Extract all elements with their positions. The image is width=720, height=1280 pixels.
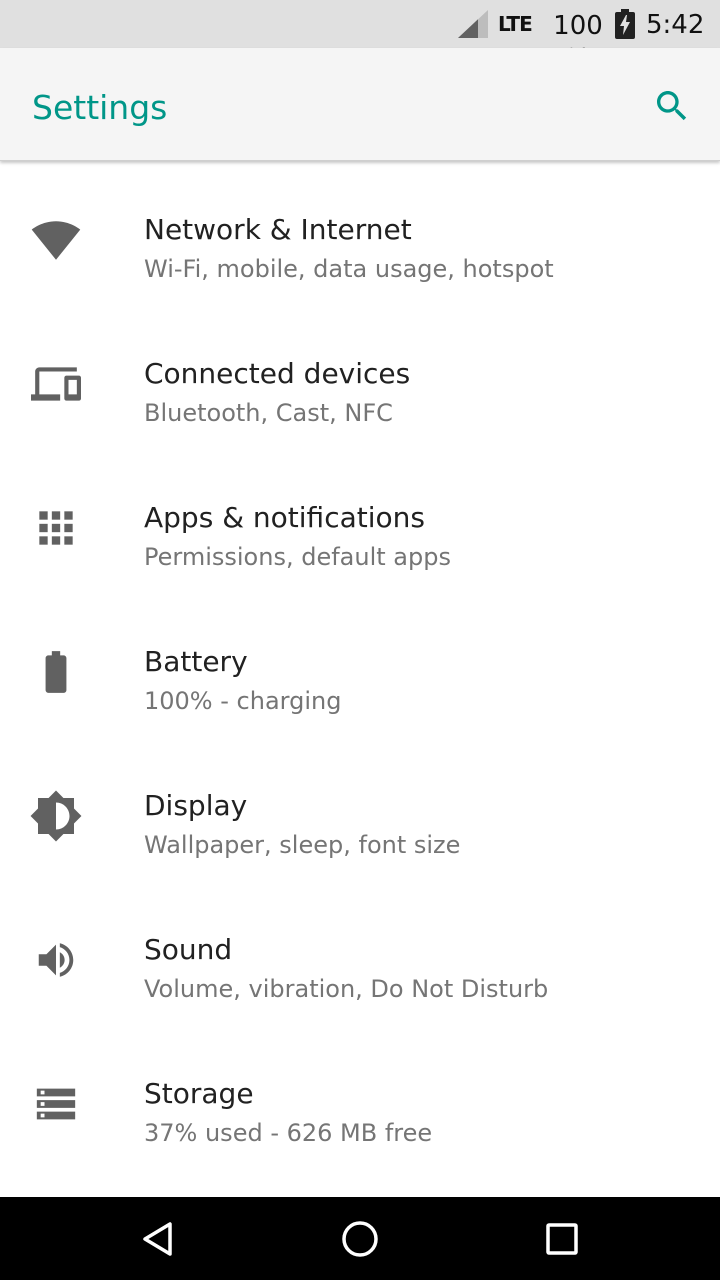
storage-icon bbox=[28, 1076, 84, 1132]
network-type: LTE bbox=[498, 12, 533, 36]
settings-item-storage[interactable]: Storage 37% used - 626 MB free bbox=[0, 1026, 720, 1170]
signal-icon bbox=[458, 10, 488, 38]
battery-icon bbox=[28, 644, 84, 700]
item-title: Network & Internet bbox=[144, 213, 412, 246]
item-title: Sound bbox=[144, 933, 233, 966]
item-title: Battery bbox=[144, 645, 248, 678]
item-title: Connected devices bbox=[144, 357, 411, 390]
item-title: Storage bbox=[144, 1077, 254, 1110]
home-icon bbox=[342, 1221, 378, 1257]
item-subtitle: Wi-Fi, mobile, data usage, hotspot bbox=[144, 255, 554, 283]
item-subtitle: 37% used - 626 MB free bbox=[144, 1119, 433, 1147]
navigation-bar bbox=[0, 1197, 720, 1280]
recents-button[interactable] bbox=[538, 1215, 586, 1263]
battery-charging-icon bbox=[615, 9, 635, 39]
volume-icon bbox=[28, 932, 84, 988]
status-bar: LTE 100 % 5:42 bbox=[0, 0, 720, 74]
item-subtitle: 100% - charging bbox=[144, 687, 342, 715]
settings-list: Network & Internet Wi-Fi, mobile, data u… bbox=[0, 162, 720, 1170]
devices-icon bbox=[28, 356, 84, 412]
item-subtitle: Volume, vibration, Do Not Disturb bbox=[144, 975, 549, 1003]
clock: 5:42 bbox=[646, 10, 705, 40]
settings-item-display[interactable]: Display Wallpaper, sleep, font size bbox=[0, 738, 720, 882]
back-icon bbox=[143, 1222, 172, 1256]
page-title: Settings bbox=[32, 88, 168, 127]
item-title: Apps & notifications bbox=[144, 501, 425, 534]
home-button[interactable] bbox=[336, 1215, 384, 1263]
search-icon bbox=[657, 91, 687, 121]
apps-grid-icon bbox=[28, 500, 84, 556]
brightness-icon bbox=[28, 788, 84, 844]
recents-icon bbox=[546, 1223, 578, 1255]
settings-item-connected-devices[interactable]: Connected devices Bluetooth, Cast, NFC bbox=[0, 306, 720, 450]
back-button[interactable] bbox=[134, 1215, 182, 1263]
settings-item-network[interactable]: Network & Internet Wi-Fi, mobile, data u… bbox=[0, 162, 720, 306]
item-subtitle: Bluetooth, Cast, NFC bbox=[144, 399, 393, 427]
settings-item-sound[interactable]: Sound Volume, vibration, Do Not Disturb bbox=[0, 882, 720, 1026]
item-subtitle: Permissions, default apps bbox=[144, 543, 451, 571]
settings-item-battery[interactable]: Battery 100% - charging bbox=[0, 594, 720, 738]
item-title: Display bbox=[144, 789, 248, 822]
settings-item-apps[interactable]: Apps & notifications Permissions, defaul… bbox=[0, 450, 720, 594]
app-bar: Settings bbox=[0, 48, 720, 161]
wifi-icon bbox=[28, 212, 84, 268]
item-subtitle: Wallpaper, sleep, font size bbox=[144, 831, 461, 859]
search-button[interactable] bbox=[644, 78, 700, 134]
